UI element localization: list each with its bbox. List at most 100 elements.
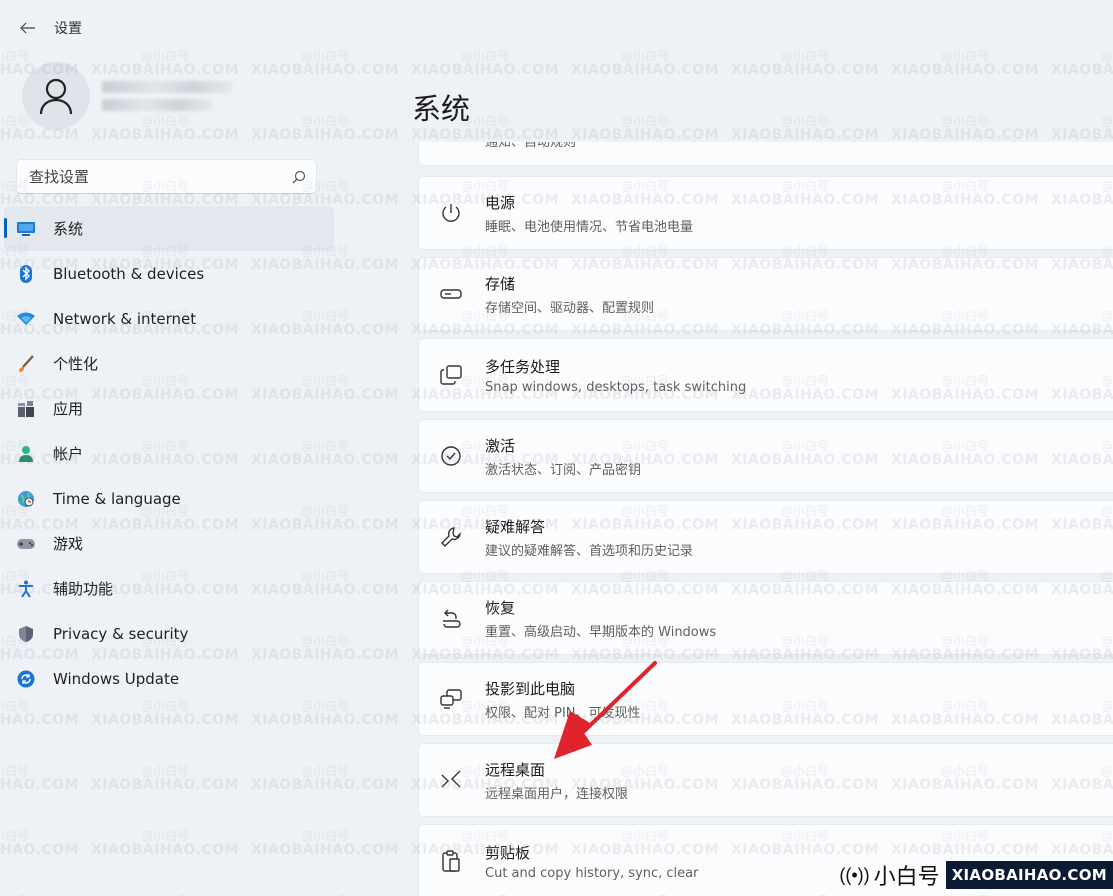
sidebar-item-label: 游戏 — [53, 535, 84, 553]
watermark-tile: @小白号XIAOBAIHAO.COM — [90, 829, 240, 858]
back-arrow-icon — [20, 22, 35, 34]
sidebar-nav: 系统 Bluetooth & devices Network & interne… — [4, 206, 334, 701]
card-title: 多任务处理 — [485, 357, 561, 376]
back-button[interactable] — [12, 12, 44, 44]
settings-card-multitasking[interactable]: 多任务处理 Snap windows, desktops, task switc… — [418, 338, 1113, 412]
wrench-icon — [439, 525, 463, 549]
watermark-tile: @小白号XIAOBAIHAO.COM — [90, 764, 240, 793]
remote-desktop-icon — [439, 768, 463, 792]
sidebar-item-personalization[interactable]: 个性化 — [4, 341, 334, 386]
monitor-icon — [16, 219, 36, 239]
multitask-icon — [439, 363, 463, 387]
card-title: 存储 — [485, 274, 516, 293]
person-outline-icon — [39, 78, 73, 115]
watermark-tile: @小白号XIAOBAIHAO.COM — [90, 699, 240, 728]
page-title: 系统 — [412, 92, 471, 126]
card-subtitle: 激活状态、订阅、产品密钥 — [485, 462, 642, 478]
settings-card-power[interactable]: 电源 睡眠、电池使用情况、节省电池电量 — [418, 176, 1113, 250]
sidebar-item-apps[interactable]: 应用 — [4, 386, 334, 431]
activation-icon — [439, 444, 463, 468]
watermark-brand: ((•)) 小白号 XIAOBAIHAO.COM — [839, 858, 1113, 892]
sidebar-item-windows-update[interactable]: Windows Update — [4, 656, 334, 701]
settings-card-notifications[interactable]: 通知、自动规则 — [418, 142, 1113, 166]
card-title: 剪贴板 — [485, 843, 531, 862]
profile-name-blurred — [102, 78, 242, 114]
search-input[interactable] — [29, 167, 292, 186]
sidebar-item-label: Bluetooth & devices — [53, 264, 205, 283]
title-bar: 设置 — [0, 0, 400, 56]
power-icon — [439, 201, 463, 225]
watermark-tile: @小白号XIAOBAIHAO.COM — [730, 114, 880, 143]
settings-card-project[interactable]: 投影到此电脑 权限、配对 PIN、可发现性 — [418, 662, 1113, 736]
brush-icon — [16, 354, 36, 374]
brand-name-en: XIAOBAIHAO.COM — [945, 861, 1113, 889]
card-title: 恢复 — [485, 598, 516, 617]
update-icon — [16, 669, 36, 689]
sidebar-item-label: Network & internet — [53, 309, 197, 328]
sidebar-item-label: 系统 — [53, 220, 84, 238]
sidebar-item-network[interactable]: Network & internet — [4, 296, 334, 341]
apps-icon — [16, 399, 36, 419]
card-subtitle: 存储空间、驱动器、配置规则 — [485, 300, 655, 316]
watermark-tile: @小白号XIAOBAIHAO.COM — [1050, 114, 1113, 143]
broadcast-icon: ((•)) — [839, 864, 870, 885]
sidebar-item-bluetooth[interactable]: Bluetooth & devices — [4, 251, 334, 296]
watermark-tile: @小白号XIAOBAIHAO.COM — [250, 114, 400, 143]
card-title: 疑难解答 — [485, 517, 546, 536]
settings-card-storage[interactable]: 存储 存储空间、驱动器、配置规则 — [418, 257, 1113, 331]
watermark-tile: @小白号XIAOBAIHAO.COM — [570, 49, 720, 78]
watermark-tile: @小白号XIAOBAIHAO.COM — [0, 764, 80, 793]
card-subtitle: Cut and copy history, sync, clear — [485, 865, 699, 881]
card-subtitle: 重置、高级启动、早期版本的 Windows — [485, 624, 717, 640]
avatar — [22, 62, 90, 130]
card-title: 激活 — [485, 436, 516, 455]
globe-clock-icon — [16, 489, 36, 509]
settings-card-troubleshoot[interactable]: 疑难解答 建议的疑难解答、首选项和历史记录 — [418, 500, 1113, 574]
card-subtitle: 建议的疑难解答、首选项和历史记录 — [485, 543, 694, 559]
clipboard-icon — [439, 849, 463, 873]
sidebar-item-accounts[interactable]: 帐户 — [4, 431, 334, 476]
person-icon — [16, 444, 36, 464]
card-subtitle: 通知、自动规则 — [485, 142, 577, 150]
watermark-tile: @小白号XIAOBAIHAO.COM — [570, 114, 720, 143]
sidebar-item-system[interactable]: 系统 — [4, 206, 334, 251]
gamepad-icon — [16, 534, 36, 554]
watermark-tile: @小白号XIAOBAIHAO.COM — [410, 49, 560, 78]
storage-icon — [439, 282, 463, 306]
project-icon — [439, 687, 463, 711]
annotation-arrow — [554, 661, 657, 759]
sidebar-item-label: Privacy & security — [53, 624, 189, 643]
watermark-tile: @小白号XIAOBAIHAO.COM — [730, 49, 880, 78]
watermark-tile: @小白号XIAOBAIHAO.COM — [0, 699, 80, 728]
sidebar-item-gaming[interactable]: 游戏 — [4, 521, 334, 566]
accessibility-icon — [16, 579, 36, 599]
sidebar-item-label: Windows Update — [53, 669, 180, 688]
card-subtitle: 远程桌面用户，连接权限 — [485, 786, 629, 802]
card-subtitle: Snap windows, desktops, task switching — [485, 379, 747, 395]
recovery-icon — [439, 606, 463, 630]
sidebar-item-label: 帐户 — [53, 445, 84, 463]
watermark-tile: @小白号XIAOBAIHAO.COM — [0, 829, 80, 858]
wifi-icon — [16, 309, 36, 329]
user-profile[interactable] — [22, 62, 242, 130]
watermark-tile: @小白号XIAOBAIHAO.COM — [890, 49, 1040, 78]
sidebar-item-label: 辅助功能 — [53, 580, 114, 598]
search-box[interactable] — [16, 159, 317, 194]
settings-card-remote-desktop[interactable]: 远程桌面 远程桌面用户，连接权限 — [418, 743, 1113, 817]
watermark-tile: @小白号XIAOBAIHAO.COM — [250, 764, 400, 793]
sidebar-item-label: 应用 — [53, 400, 84, 418]
settings-card-activation[interactable]: 激活 激活状态、订阅、产品密钥 — [418, 419, 1113, 493]
sidebar-item-privacy[interactable]: Privacy & security — [4, 611, 334, 656]
sidebar-item-time-language[interactable]: Time & language — [4, 476, 334, 521]
card-title: 电源 — [485, 193, 516, 212]
bluetooth-icon — [16, 264, 36, 284]
settings-card-recovery[interactable]: 恢复 重置、高级启动、早期版本的 Windows — [418, 581, 1113, 655]
watermark-tile: @小白号XIAOBAIHAO.COM — [250, 829, 400, 858]
card-subtitle: 睡眠、电池使用情况、节省电池电量 — [485, 219, 694, 235]
shield-icon — [16, 624, 36, 644]
search-icon[interactable] — [292, 170, 306, 184]
sidebar-item-accessibility[interactable]: 辅助功能 — [4, 566, 334, 611]
brand-name-cn: 小白号 — [873, 865, 940, 890]
sidebar-item-label: Time & language — [53, 489, 181, 508]
watermark-tile: @小白号XIAOBAIHAO.COM — [1050, 49, 1113, 78]
